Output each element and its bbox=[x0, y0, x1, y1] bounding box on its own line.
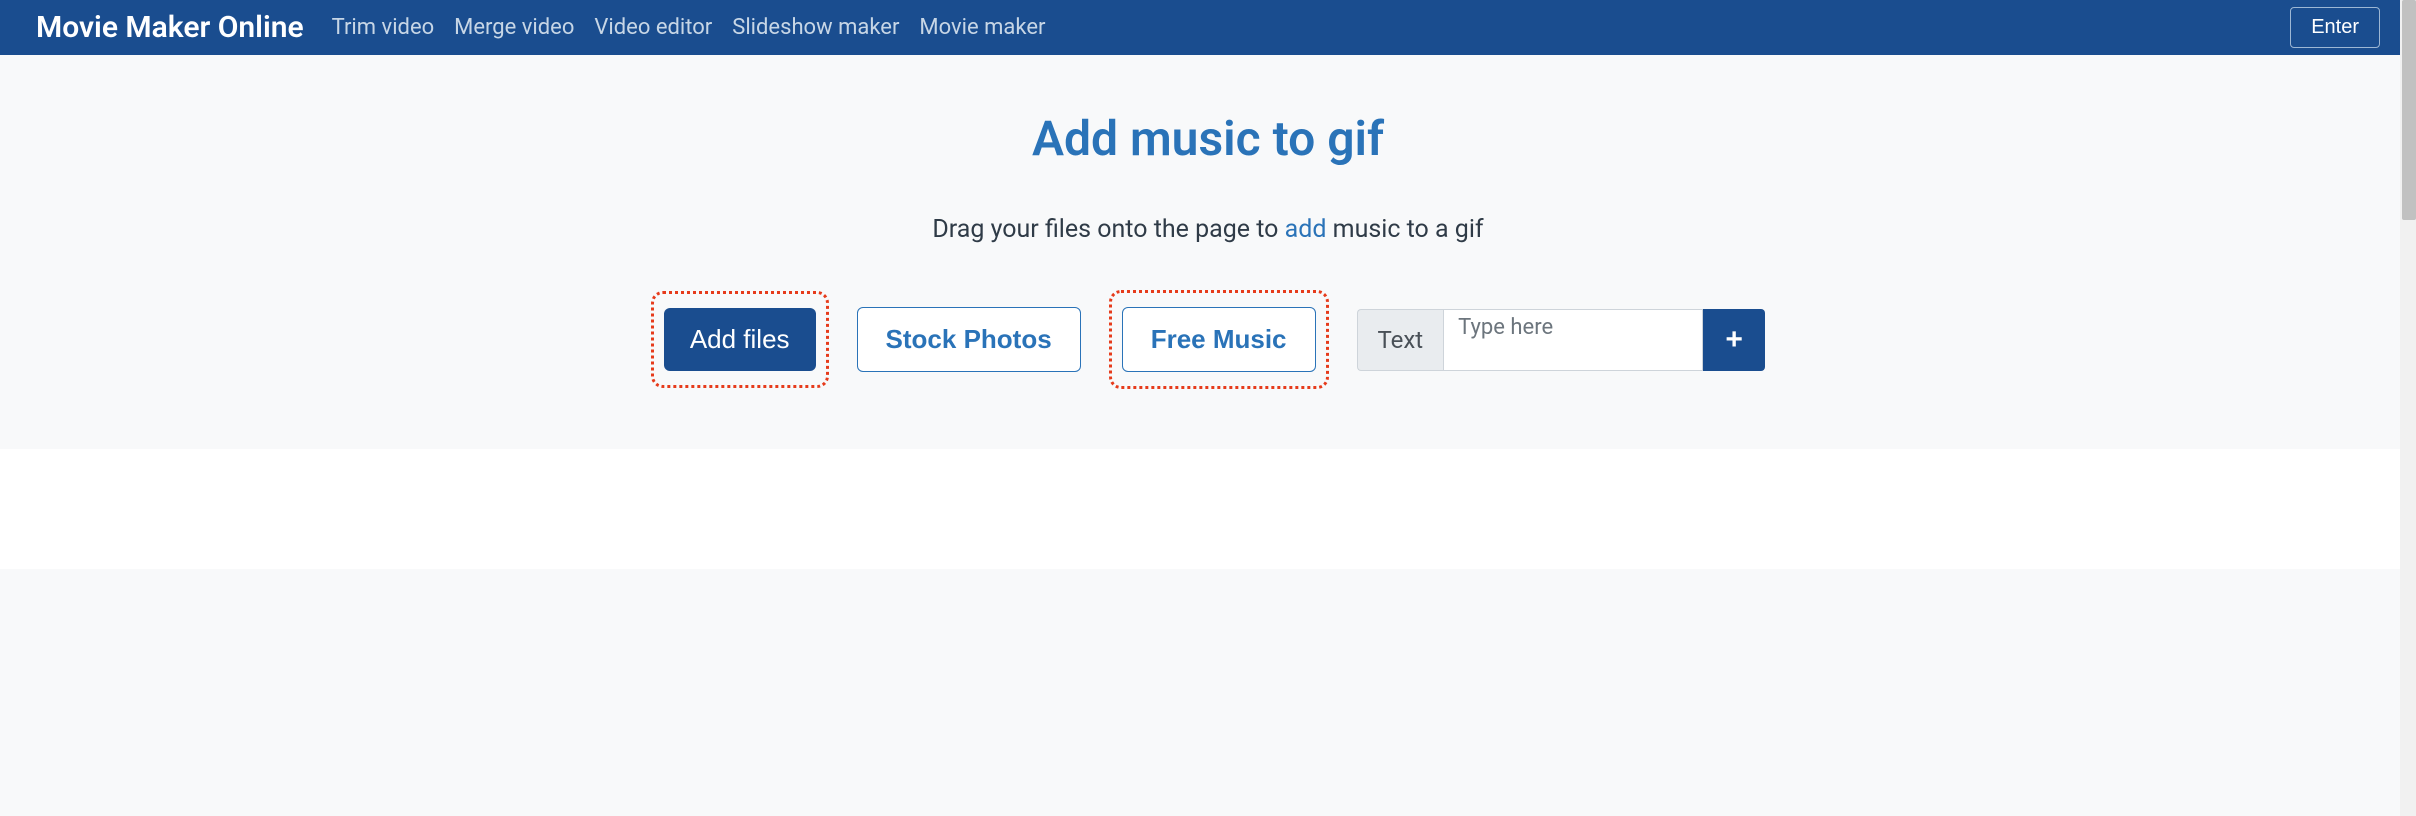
subtitle-pre: Drag your files onto the page to bbox=[932, 215, 1284, 244]
add-text-button[interactable]: + bbox=[1703, 309, 1765, 371]
stock-photos-button[interactable]: Stock Photos bbox=[857, 307, 1081, 372]
subtitle-post: music to a gif bbox=[1326, 215, 1483, 244]
free-music-highlight: Free Music bbox=[1109, 290, 1329, 389]
nav-link-merge-video[interactable]: Merge video bbox=[454, 15, 574, 40]
free-music-button[interactable]: Free Music bbox=[1122, 307, 1316, 372]
add-files-highlight: Add files bbox=[651, 291, 829, 388]
add-files-button[interactable]: Add files bbox=[664, 308, 816, 371]
page-title: Add music to gif bbox=[0, 110, 2416, 167]
nav-link-trim-video[interactable]: Trim video bbox=[332, 15, 435, 40]
nav-link-video-editor[interactable]: Video editor bbox=[594, 15, 712, 40]
text-input[interactable] bbox=[1443, 309, 1703, 371]
nav-link-movie-maker[interactable]: Movie maker bbox=[919, 15, 1045, 40]
action-row: Add files Stock Photos Free Music Text + bbox=[0, 290, 2416, 389]
navbar: Movie Maker Online Trim video Merge vide… bbox=[0, 0, 2416, 55]
nav-link-slideshow-maker[interactable]: Slideshow maker bbox=[732, 15, 899, 40]
add-link[interactable]: add bbox=[1285, 215, 1327, 244]
brand-logo[interactable]: Movie Maker Online bbox=[36, 10, 304, 45]
nav-links: Trim video Merge video Video editor Slid… bbox=[332, 15, 2291, 40]
subtitle: Drag your files onto the page to add mus… bbox=[0, 215, 2416, 244]
text-label: Text bbox=[1357, 309, 1444, 371]
scrollbar-track[interactable] bbox=[2400, 0, 2416, 816]
content-below bbox=[0, 449, 2416, 569]
hero-section: Add music to gif Drag your files onto th… bbox=[0, 55, 2416, 449]
scrollbar-thumb[interactable] bbox=[2402, 0, 2416, 220]
enter-button[interactable]: Enter bbox=[2290, 7, 2380, 48]
text-input-group: Text + bbox=[1357, 309, 1766, 371]
